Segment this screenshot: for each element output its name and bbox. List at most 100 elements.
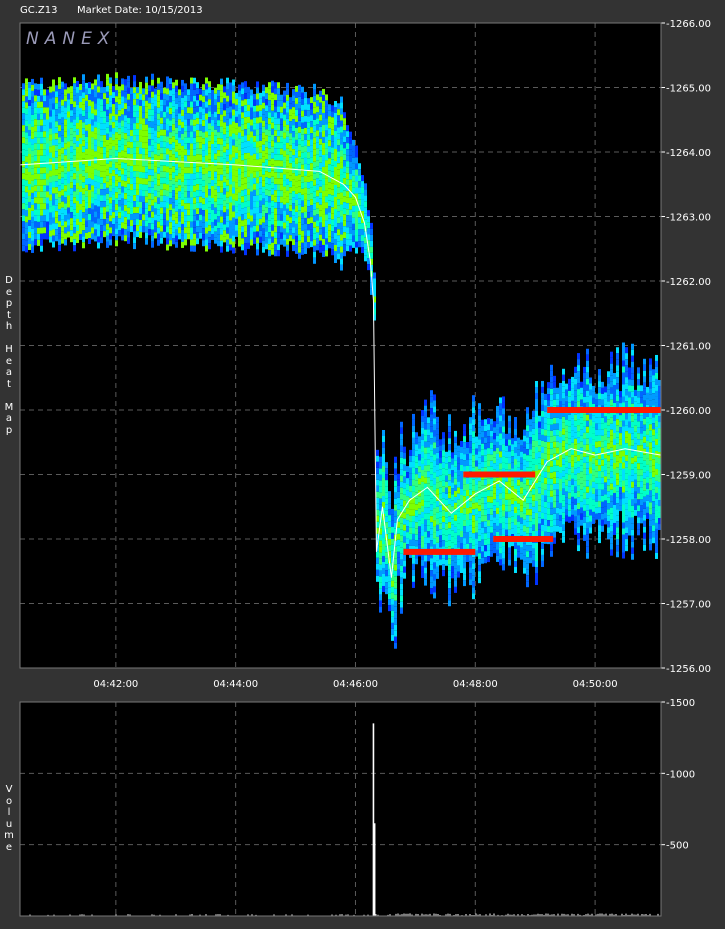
heat-cell: [295, 229, 298, 236]
heat-cell: [193, 95, 196, 102]
heat-cell: [130, 190, 133, 197]
heat-cell: [40, 239, 43, 246]
heat-cell: [316, 100, 319, 107]
heat-cell: [319, 102, 322, 109]
heat-cell: [580, 429, 583, 436]
heat-cell: [112, 218, 115, 225]
heat-cell: [58, 89, 61, 96]
heat-cell: [145, 106, 148, 113]
heat-cell: [334, 191, 337, 198]
heat-cell: [58, 197, 61, 204]
heat-cell: [55, 145, 58, 152]
heat-cell: [484, 545, 487, 552]
heat-cell: [328, 188, 331, 195]
heat-cell: [250, 113, 253, 120]
heat-cell: [106, 145, 109, 152]
heat-cell: [502, 450, 505, 457]
heat-cell: [232, 187, 235, 194]
heat-cell: [517, 449, 520, 456]
heat-cell: [451, 536, 454, 543]
heat-cell: [319, 144, 322, 151]
heat-cell: [175, 163, 178, 170]
heat-cell: [220, 150, 223, 157]
heat-cell: [64, 89, 67, 96]
heat-cell: [592, 445, 595, 452]
heat-cell: [388, 581, 391, 588]
heat-cell: [400, 433, 403, 440]
heat-cell: [49, 176, 52, 183]
heat-cell: [556, 441, 559, 448]
heat-cell: [142, 94, 145, 101]
heat-cell: [178, 191, 181, 198]
heat-cell: [133, 105, 136, 112]
heat-cell: [427, 435, 430, 442]
heat-cell: [583, 432, 586, 439]
heat-cell: [52, 181, 55, 188]
heat-cell: [97, 188, 100, 195]
heat-cell: [337, 241, 340, 248]
heat-cell: [43, 149, 46, 156]
heat-cell: [340, 234, 343, 241]
heat-cell: [322, 112, 325, 119]
heat-cell: [469, 573, 472, 580]
heat-cell: [97, 200, 100, 207]
heat-cell: [85, 220, 88, 227]
heat-cell: [463, 538, 466, 545]
heat-cell: [52, 97, 55, 104]
heat-cell: [349, 245, 352, 252]
heat-cell: [448, 522, 451, 529]
heat-cell: [340, 204, 343, 211]
heat-cell: [40, 119, 43, 126]
heat-cell: [28, 99, 31, 106]
heat-cell: [544, 525, 547, 532]
heat-cell: [502, 420, 505, 427]
heat-cell: [391, 616, 394, 623]
heat-cell: [73, 179, 76, 186]
heat-cell: [331, 171, 334, 178]
heat-cell: [130, 166, 133, 173]
heat-cell: [70, 104, 73, 111]
heat-cell: [454, 520, 457, 527]
heat-cell: [127, 129, 130, 136]
heat-cell: [502, 414, 505, 421]
heat-cell: [76, 164, 79, 171]
heat-cell: [49, 194, 52, 201]
heat-cell: [94, 211, 97, 218]
heat-cell: [109, 215, 112, 222]
heat-cell: [490, 448, 493, 455]
heat-cell: [364, 183, 367, 190]
heat-cell: [520, 487, 523, 494]
heat-cell: [289, 97, 292, 104]
heat-cell: [436, 566, 439, 573]
heat-cell: [28, 129, 31, 136]
heat-cell: [157, 209, 160, 216]
heat-cell: [550, 364, 553, 371]
heat-cell: [487, 490, 490, 497]
heat-cell: [262, 234, 265, 241]
heat-cell: [205, 173, 208, 180]
heat-cell: [226, 125, 229, 132]
heat-cell: [337, 133, 340, 140]
heat-cell: [112, 194, 115, 201]
heat-cell: [232, 133, 235, 140]
heat-cell: [208, 105, 211, 112]
heat-cell: [226, 233, 229, 240]
heat-cell: [553, 447, 556, 454]
heat-cell: [514, 567, 517, 574]
heat-cell: [505, 505, 508, 512]
heat-cell: [583, 420, 586, 427]
heat-cell: [187, 107, 190, 114]
heat-cell: [442, 534, 445, 541]
heat-cell: [163, 213, 166, 220]
heat-cell: [295, 187, 298, 194]
heat-cell: [313, 155, 316, 162]
heat-cell: [130, 136, 133, 143]
heat-cell: [88, 94, 91, 101]
heat-cell: [193, 221, 196, 228]
heat-cell: [247, 110, 250, 117]
heat-cell: [562, 458, 565, 465]
heat-cell: [364, 249, 367, 256]
heat-cell: [175, 133, 178, 140]
heat-cell: [172, 130, 175, 137]
heat-cell: [502, 492, 505, 499]
